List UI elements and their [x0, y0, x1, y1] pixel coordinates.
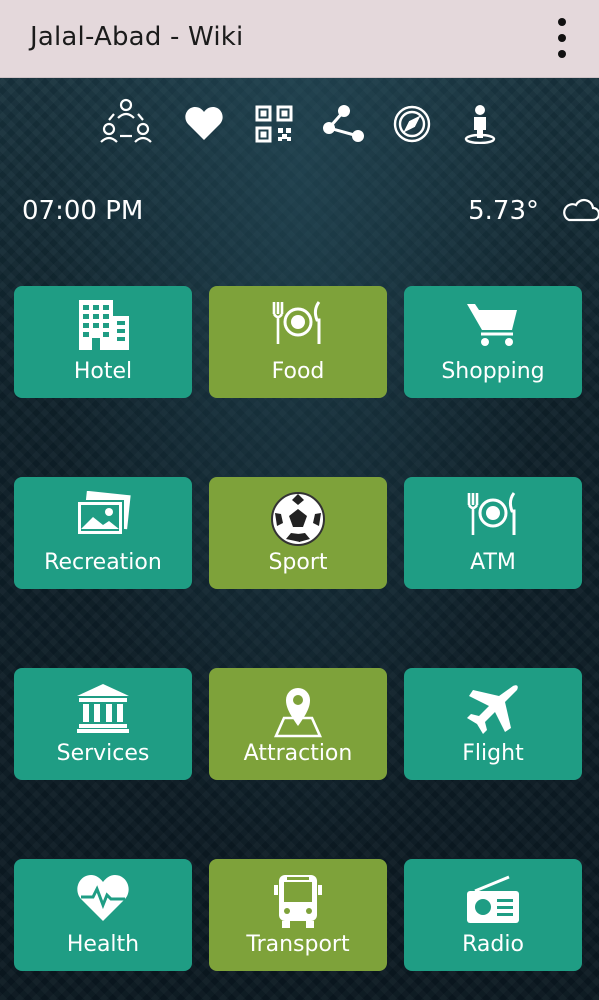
tile-services[interactable]: Services — [14, 668, 192, 780]
tile-label: Recreation — [44, 550, 162, 575]
photos-icon — [14, 491, 192, 547]
airplane-icon — [404, 682, 582, 738]
main-content: 07:00 PM 5.73° Hotel Food Shopping Recre… — [0, 78, 599, 1000]
temperature: 5.73° — [468, 196, 539, 226]
restaurant-icon — [209, 300, 387, 356]
bank-icon — [14, 682, 192, 738]
tile-label: Services — [56, 741, 150, 766]
tile-label: Attraction — [243, 741, 353, 766]
tile-flight[interactable]: Flight — [404, 668, 582, 780]
map-pin-icon — [209, 682, 387, 738]
compass-icon[interactable] — [384, 96, 440, 152]
tile-label: Shopping — [441, 359, 545, 384]
tile-label: Food — [271, 359, 325, 384]
tile-radio[interactable]: Radio — [404, 859, 582, 971]
radio-icon — [404, 873, 582, 929]
current-time: 07:00 PM — [22, 196, 144, 226]
tile-label: Sport — [268, 550, 328, 575]
tile-recreation[interactable]: Recreation — [14, 477, 192, 589]
heart-pulse-icon — [14, 873, 192, 929]
tile-sport[interactable]: Sport — [209, 477, 387, 589]
restaurant-icon — [404, 491, 582, 547]
more-vert-icon[interactable] — [551, 18, 573, 58]
person-location-icon[interactable] — [452, 96, 508, 152]
tile-shopping[interactable]: Shopping — [404, 286, 582, 398]
tile-atm[interactable]: ATM — [404, 477, 582, 589]
tile-health[interactable]: Health — [14, 859, 192, 971]
cloud-icon — [561, 196, 599, 226]
cart-icon — [404, 300, 582, 356]
tile-transport[interactable]: Transport — [209, 859, 387, 971]
share-icon[interactable] — [316, 96, 372, 152]
bus-icon — [209, 873, 387, 929]
app-bar: Jalal-Abad - Wiki — [0, 0, 599, 78]
qr-code-icon[interactable] — [246, 96, 302, 152]
community-icon[interactable] — [98, 96, 154, 152]
tile-food[interactable]: Food — [209, 286, 387, 398]
soccer-ball-icon — [209, 491, 387, 547]
tile-label: Radio — [462, 932, 524, 957]
app-title: Jalal-Abad - Wiki — [30, 22, 244, 52]
tile-label: Transport — [246, 932, 350, 957]
tile-label: ATM — [470, 550, 516, 575]
tile-hotel[interactable]: Hotel — [14, 286, 192, 398]
tile-label: Health — [66, 932, 140, 957]
tile-attraction[interactable]: Attraction — [209, 668, 387, 780]
tile-label: Hotel — [73, 359, 133, 384]
heart-icon[interactable] — [176, 96, 232, 152]
hotel-icon — [14, 300, 192, 356]
tile-label: Flight — [462, 741, 524, 766]
quick-actions-bar — [98, 96, 498, 156]
